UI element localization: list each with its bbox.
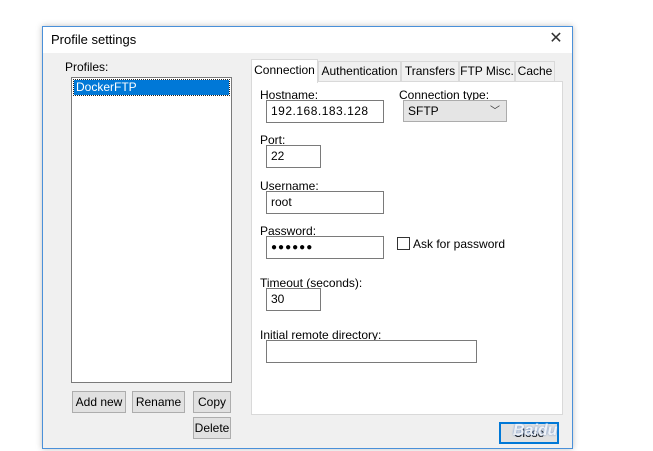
profiles-list[interactable]: DockerFTP xyxy=(71,77,232,383)
connection-type-select[interactable]: SFTP ﹀ xyxy=(403,100,507,122)
title-bar[interactable]: Profile settings ✕ xyxy=(43,27,572,53)
hostname-input[interactable]: 192.168.183.128 xyxy=(266,100,384,123)
close-icon[interactable]: ✕ xyxy=(546,29,566,49)
chevron-down-icon: ﹀ xyxy=(490,106,500,117)
initial-dir-input[interactable] xyxy=(266,340,477,363)
tab-connection[interactable]: Connection xyxy=(251,59,318,83)
rename-button[interactable]: Rename xyxy=(132,391,185,413)
tab-authentication[interactable]: Authentication xyxy=(318,61,401,82)
connection-type-value: SFTP xyxy=(408,104,439,118)
ask-password-checkbox[interactable] xyxy=(397,237,410,250)
delete-button[interactable]: Delete xyxy=(193,417,231,439)
watermark-logo: Baidu xyxy=(513,422,558,439)
password-input[interactable]: ●●●●●● xyxy=(266,236,384,259)
copy-button[interactable]: Copy xyxy=(193,391,231,413)
tab-cache[interactable]: Cache xyxy=(515,61,555,82)
port-input[interactable]: 22 xyxy=(266,145,321,168)
tab-transfers[interactable]: Transfers xyxy=(401,61,459,82)
username-input[interactable]: root xyxy=(266,191,384,214)
profile-item-dockerftp[interactable]: DockerFTP xyxy=(73,79,230,96)
profile-settings-dialog: Profile settings ✕ Profiles: DockerFTP A… xyxy=(42,26,573,449)
timeout-input[interactable]: 30 xyxy=(266,288,321,311)
add-new-button[interactable]: Add new xyxy=(72,391,126,413)
profiles-label: Profiles: xyxy=(65,60,109,74)
tab-ftp-misc[interactable]: FTP Misc. xyxy=(459,61,515,82)
ask-password-label: Ask for password xyxy=(413,237,506,251)
dialog-title: Profile settings xyxy=(51,32,137,47)
